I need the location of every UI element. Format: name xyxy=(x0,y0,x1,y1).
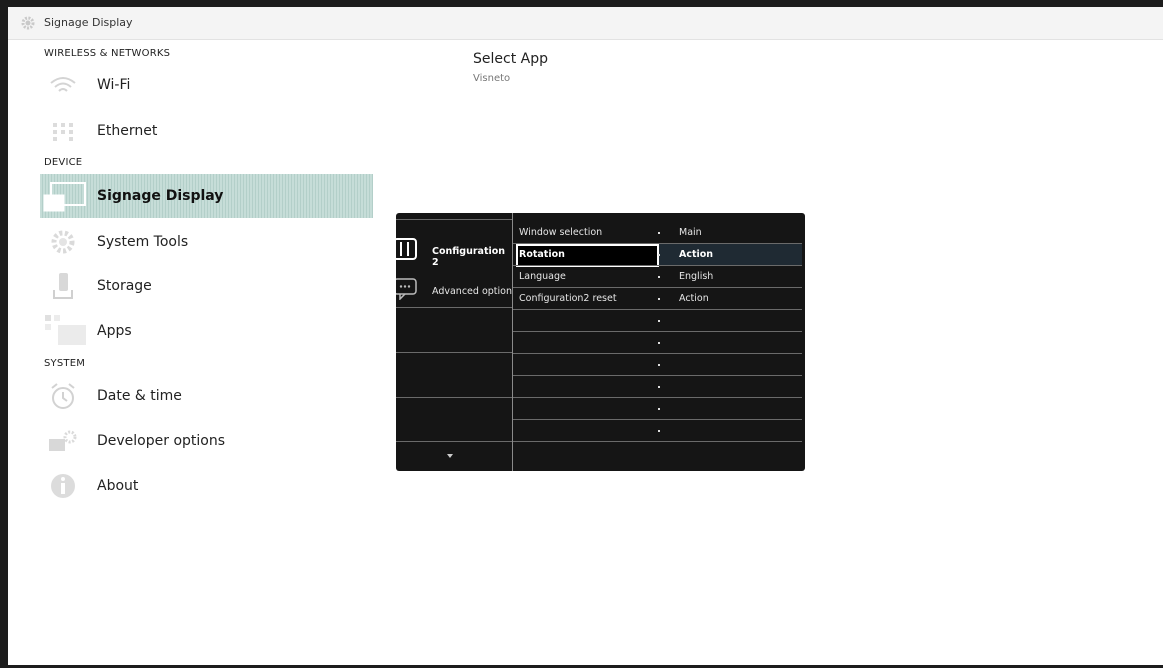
nav-item-signage-display[interactable]: Signage Display xyxy=(40,174,373,218)
osd-row-value: Action xyxy=(679,249,714,260)
configuration-icon xyxy=(396,238,417,260)
osd-row-bullet xyxy=(658,364,660,366)
section-header-device: DEVICE xyxy=(44,157,83,168)
nav-item-about[interactable]: About xyxy=(40,464,373,508)
scroll-down-arrow-icon[interactable] xyxy=(447,454,453,458)
nav-item-developer-options[interactable]: Developer options xyxy=(40,419,373,463)
info-icon xyxy=(51,474,75,498)
alarm-clock-icon xyxy=(51,383,75,409)
osd-row-bullet xyxy=(658,408,660,410)
osd-row-name: Window selection xyxy=(519,227,603,238)
osd-row-bullet xyxy=(658,320,660,322)
osd-tab-label: Configuration 2 xyxy=(432,246,506,268)
osd-row-empty[interactable] xyxy=(516,420,802,441)
osd-row-bullet xyxy=(658,430,660,432)
gear-icon xyxy=(21,16,35,30)
osd-row-bullet xyxy=(658,276,660,278)
osd-separator xyxy=(396,441,512,442)
osd-row-bullet xyxy=(658,254,660,256)
osd-divider xyxy=(512,213,513,471)
select-app-value: Visneto xyxy=(473,73,511,84)
osd-row-empty[interactable] xyxy=(516,376,802,397)
nav-item-label: Ethernet xyxy=(97,123,158,139)
section-header-system: SYSTEM xyxy=(44,358,86,369)
nav-item-label: Apps xyxy=(97,323,132,339)
osd-row-empty[interactable] xyxy=(516,332,802,353)
nav-item-label: Signage Display xyxy=(97,188,224,204)
section-header-wireless: WIRELESS & NETWORKS xyxy=(44,48,171,59)
osd-row-window-selection[interactable]: Window selection Main xyxy=(516,222,802,243)
wifi-icon xyxy=(50,77,76,92)
window-title: Signage Display xyxy=(44,16,133,29)
settings-screen: Signage Display WIRELESS & NETWORKS Wi-F… xyxy=(8,7,1163,665)
speech-bubble-icon xyxy=(396,278,417,300)
nav-item-apps[interactable]: Apps xyxy=(40,309,373,353)
select-app-title[interactable]: Select App xyxy=(473,51,548,67)
storage-icon xyxy=(53,273,73,299)
osd-row-value: Action xyxy=(679,293,709,304)
osd-row-empty[interactable] xyxy=(516,310,802,331)
osd-separator xyxy=(396,352,512,353)
nav-item-storage[interactable]: Storage xyxy=(40,264,373,308)
nav-item-system-tools[interactable]: System Tools xyxy=(40,220,373,264)
osd-row-name: Configuration2 reset xyxy=(519,293,617,304)
nav-item-label: Storage xyxy=(97,278,152,294)
osd-tab-advanced-option[interactable]: Advanced option xyxy=(396,270,512,310)
osd-tab-configuration-2[interactable]: Configuration 2 xyxy=(396,230,512,270)
osd-row-empty[interactable] xyxy=(516,354,802,375)
nav-item-date-time[interactable]: Date & time xyxy=(40,374,373,418)
apps-icon xyxy=(45,315,86,345)
osd-row-name: Language xyxy=(519,271,566,282)
osd-separator xyxy=(513,441,802,442)
ethernet-icon xyxy=(53,123,73,141)
nav-item-label: System Tools xyxy=(97,234,189,250)
developer-gear-icon xyxy=(49,430,77,451)
osd-row-bullet xyxy=(658,342,660,344)
osd-row-configuration2-reset[interactable]: Configuration2 reset Action xyxy=(516,288,802,309)
osd-separator xyxy=(396,397,512,398)
osd-menu: Configuration 2 Advanced option Window s… xyxy=(396,213,805,471)
osd-row-value: Main xyxy=(679,227,702,238)
osd-row-value: English xyxy=(679,271,714,282)
osd-row-rotation[interactable]: Rotation Action xyxy=(516,244,802,267)
nav-item-wifi[interactable]: Wi-Fi xyxy=(40,63,373,107)
osd-row-language[interactable]: Language English xyxy=(516,266,802,287)
osd-row-empty[interactable] xyxy=(516,398,802,419)
nav-item-ethernet[interactable]: Ethernet xyxy=(40,109,373,153)
osd-row-bullet xyxy=(658,232,660,234)
gear-icon xyxy=(51,230,75,254)
title-bar: Signage Display xyxy=(8,7,1163,40)
nav-item-label: Developer options xyxy=(97,433,226,449)
osd-row-bullet xyxy=(658,386,660,388)
osd-row-name: Rotation xyxy=(519,249,565,260)
osd-row-bullet xyxy=(658,298,660,300)
nav-item-label: Wi-Fi xyxy=(97,77,131,93)
osd-tab-label: Advanced option xyxy=(432,286,512,297)
nav-item-label: About xyxy=(97,478,139,494)
osd-separator xyxy=(396,219,512,220)
display-icon xyxy=(43,182,86,212)
nav-item-label: Date & time xyxy=(97,388,182,404)
